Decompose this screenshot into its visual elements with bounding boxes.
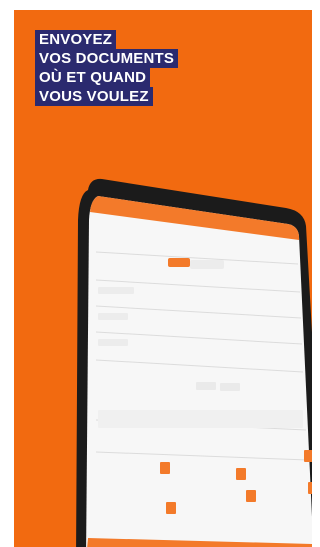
tablet-device bbox=[76, 160, 312, 547]
picker-2 bbox=[220, 383, 240, 391]
field-3 bbox=[98, 339, 128, 346]
comment-area bbox=[98, 410, 303, 428]
headline-line-2: VOS DOCUMENTS bbox=[35, 49, 179, 68]
segment-unselected bbox=[190, 260, 224, 269]
picker-1 bbox=[196, 382, 216, 390]
headline: ENVOYEZ VOS DOCUMENTS OÙ ET QUAND VOUS V… bbox=[35, 30, 179, 106]
field-1 bbox=[98, 287, 134, 294]
headline-line-1: ENVOYEZ bbox=[35, 30, 117, 49]
field-2 bbox=[98, 313, 128, 320]
tablet-screen bbox=[86, 196, 312, 547]
promo-banner: ENVOYEZ VOS DOCUMENTS OÙ ET QUAND VOUS V… bbox=[14, 10, 312, 547]
segment-selected bbox=[168, 258, 190, 267]
document-icon bbox=[160, 462, 170, 474]
headline-line-4: VOUS VOULEZ bbox=[35, 87, 153, 106]
headline-line-3: OÙ ET QUAND bbox=[35, 68, 151, 87]
camera-icon bbox=[236, 468, 246, 480]
folder-icon bbox=[304, 450, 312, 462]
